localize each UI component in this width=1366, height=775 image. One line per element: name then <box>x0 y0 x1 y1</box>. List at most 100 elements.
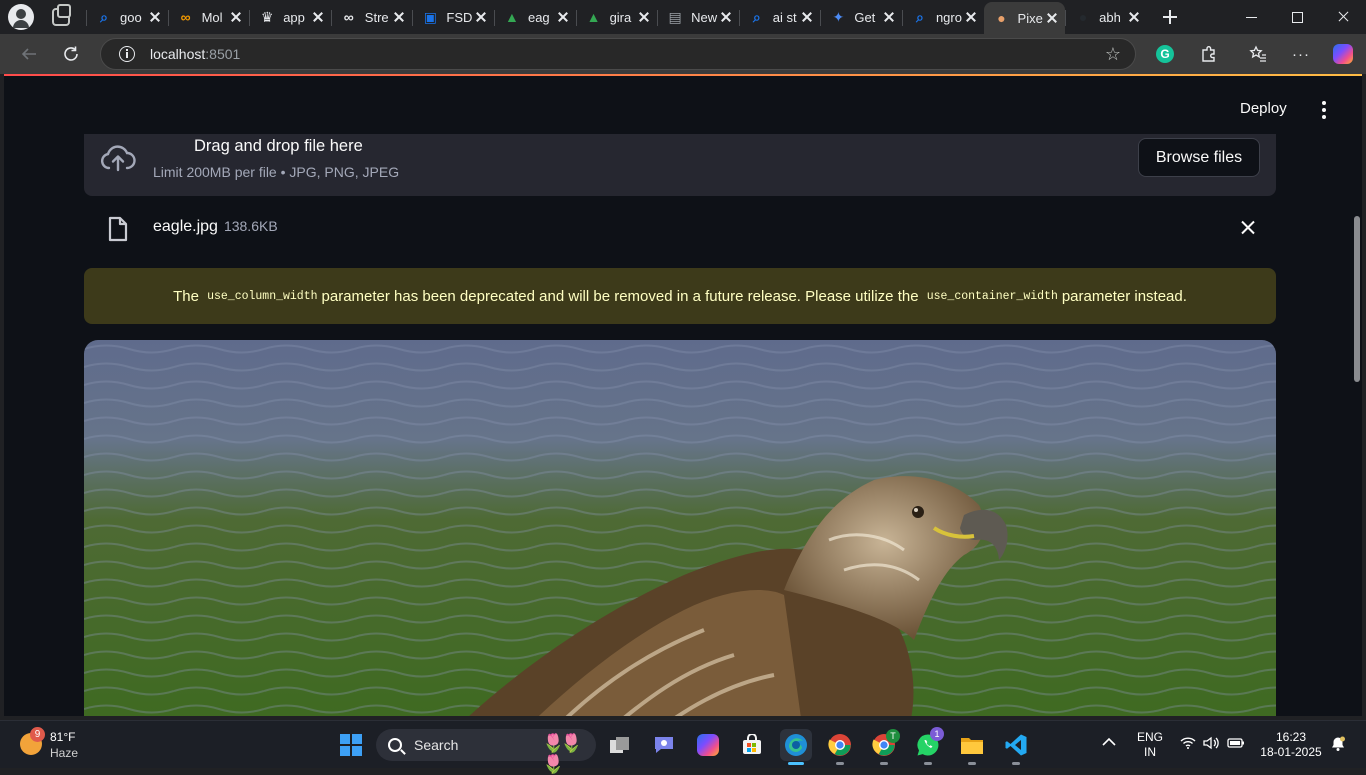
file-explorer-taskbar-button[interactable] <box>956 729 988 765</box>
more-options-button[interactable]: ··· <box>1290 43 1312 65</box>
tab-label: New <box>691 9 718 25</box>
address-bar[interactable]: localhost:8501 ☆ <box>100 38 1136 70</box>
microsoft-store-button[interactable] <box>736 729 768 761</box>
cloud-upload-icon <box>100 145 136 172</box>
page-scrollbar[interactable] <box>1354 216 1360 382</box>
teams-chat-button[interactable] <box>648 729 680 761</box>
tab-label: ai st <box>772 9 797 25</box>
crown-icon: ♛ <box>260 8 274 25</box>
browser-tab[interactable]: ✦ Get <box>820 3 902 31</box>
file-icon <box>108 216 128 242</box>
task-view-icon <box>610 737 629 753</box>
tab-label: Stre <box>364 9 389 25</box>
clock-date: 18-01-2025 <box>1260 745 1322 759</box>
favorites-button[interactable] <box>1247 43 1269 65</box>
language-indicator[interactable]: ENG IN <box>1136 730 1164 760</box>
browser-tab[interactable]: ● abh <box>1065 3 1147 31</box>
close-window-button[interactable] <box>1320 0 1366 34</box>
arrow-left-icon <box>21 48 36 60</box>
remove-file-button[interactable] <box>1240 220 1256 236</box>
refresh-button[interactable] <box>54 37 88 71</box>
close-tab-icon[interactable] <box>637 10 651 24</box>
site-info-icon[interactable] <box>119 46 135 62</box>
close-tab-icon[interactable] <box>556 10 570 24</box>
tab-label: FSD <box>446 9 473 25</box>
search-icon: ⌕ <box>100 8 108 25</box>
restore-button[interactable] <box>1274 0 1320 34</box>
running-indicator <box>924 762 932 765</box>
grammarly-extension-button[interactable]: G <box>1154 43 1176 65</box>
browser-tab[interactable]: ⌕ goo <box>86 3 168 31</box>
taskbar-search-label: Search <box>414 737 459 753</box>
weather-widget[interactable]: 9 81°F Haze <box>18 727 118 761</box>
start-button[interactable] <box>335 729 367 761</box>
close-tab-icon[interactable] <box>800 10 814 24</box>
copilot-icon <box>1333 44 1353 64</box>
close-tab-icon[interactable] <box>229 10 243 24</box>
browser-tab[interactable]: ∞ Mol <box>167 3 250 31</box>
grammarly-icon: G <box>1156 45 1174 63</box>
running-indicator <box>968 762 976 765</box>
browser-tab[interactable]: ⌕ ai st <box>738 3 821 31</box>
app-decoration-stripe <box>4 74 1362 76</box>
volume-icon[interactable] <box>1203 736 1219 754</box>
extensions-button[interactable] <box>1198 43 1220 65</box>
close-tab-icon[interactable] <box>882 10 896 24</box>
browse-files-button[interactable]: Browse files <box>1138 138 1260 177</box>
url-text: localhost:8501 <box>150 46 241 62</box>
taskbar-search[interactable]: Search 🌷🌷🌷 <box>376 729 596 774</box>
browser-tab[interactable]: ♛ app <box>249 3 331 31</box>
browser-tab[interactable]: ▤ New <box>657 3 739 31</box>
browser-tab[interactable]: ▲ eag <box>493 3 576 31</box>
tab-label: Pixe <box>1017 10 1043 26</box>
dropzone-limits: Limit 200MB per file • JPG, PNG, JPEG <box>153 164 400 180</box>
copilot-button[interactable] <box>1332 43 1354 65</box>
minimize-button[interactable] <box>1228 0 1274 34</box>
browser-tab[interactable]: ∞ Stre <box>330 3 413 31</box>
close-tab-icon[interactable] <box>1127 10 1141 24</box>
code-use-column-width: use_column_width <box>207 289 318 303</box>
whatsapp-taskbar-button[interactable]: 1 <box>912 727 944 765</box>
infinity-icon: ∞ <box>180 9 191 25</box>
copilot-taskbar-button[interactable] <box>692 729 724 761</box>
clock[interactable]: 16:23 18-01-2025 <box>1256 730 1326 760</box>
search-icon: ⌕ <box>916 8 924 25</box>
close-tab-icon[interactable] <box>719 10 733 24</box>
deprecation-warning: The use_column_width parameter has been d… <box>84 268 1276 324</box>
file-uploader-dropzone[interactable]: Drag and drop file here Limit 200MB per … <box>84 134 1276 196</box>
edge-taskbar-button[interactable] <box>780 729 812 765</box>
browser-tab[interactable]: ▣ FSD <box>412 3 494 31</box>
back-button[interactable] <box>12 37 46 71</box>
close-tab-icon[interactable] <box>311 10 325 24</box>
classroom-icon: ▣ <box>423 8 437 25</box>
browser-tab[interactable]: ● Pixe <box>983 2 1066 34</box>
chrome-taskbar-button[interactable] <box>824 729 856 765</box>
browser-toolbar: localhost:8501 ☆ G ··· <box>0 34 1366 74</box>
new-tab-button[interactable] <box>1155 2 1185 32</box>
chrome-profile-taskbar-button[interactable]: T <box>868 729 900 765</box>
notifications-bell-icon[interactable] <box>1330 736 1346 756</box>
close-tab-icon[interactable] <box>1045 11 1059 25</box>
clock-time: 16:23 <box>1275 730 1307 744</box>
show-hidden-icons-button[interactable] <box>1102 735 1116 750</box>
favorite-star-icon[interactable]: ☆ <box>1105 44 1121 65</box>
wifi-icon[interactable] <box>1180 737 1196 753</box>
workspaces-icon[interactable] <box>52 4 71 26</box>
main-menu-button[interactable] <box>1314 100 1334 120</box>
butterfly-icon: ✦ <box>832 8 845 25</box>
task-view-button[interactable] <box>604 729 636 761</box>
store-icon <box>743 734 761 754</box>
close-tab-icon[interactable] <box>392 10 406 24</box>
browser-tab[interactable]: ⌕ ngro <box>901 3 984 31</box>
uploaded-image <box>84 340 1276 716</box>
close-tab-icon[interactable] <box>474 10 488 24</box>
tab-label: abh <box>1099 9 1121 25</box>
profile-avatar-icon[interactable] <box>8 4 34 30</box>
battery-icon[interactable] <box>1227 737 1245 753</box>
close-tab-icon[interactable] <box>964 10 978 24</box>
vscode-taskbar-button[interactable] <box>1000 729 1032 765</box>
deploy-button[interactable]: Deploy <box>1240 100 1287 117</box>
eagle-photo <box>84 340 1276 716</box>
browser-tab[interactable]: ▲ gira <box>575 3 658 31</box>
close-tab-icon[interactable] <box>148 10 162 24</box>
